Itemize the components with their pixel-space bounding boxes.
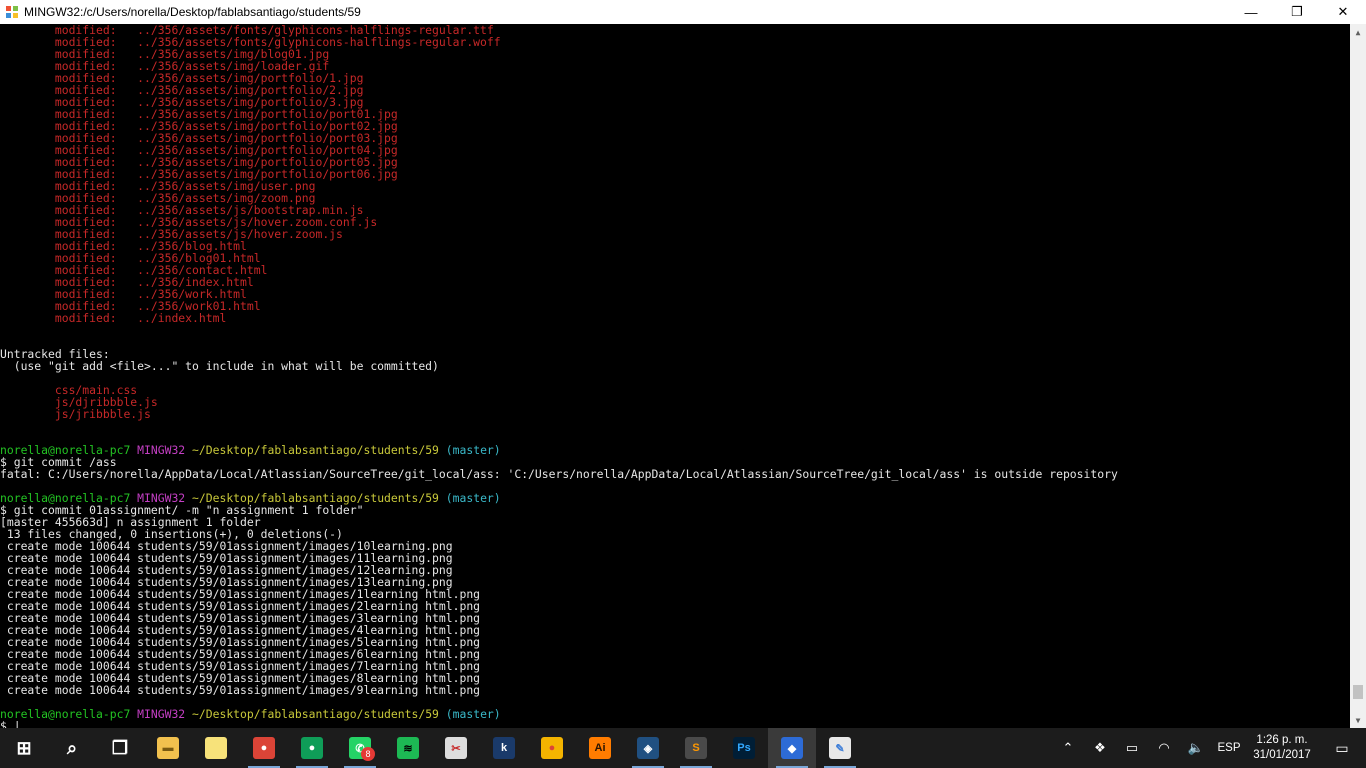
whatsapp-button[interactable]: ✆ 8: [336, 728, 384, 768]
terminal-line: modified: ../index.html: [0, 312, 1350, 324]
battery-icon[interactable]: ▭: [1116, 728, 1148, 768]
task-view-button[interactable]: ❐: [96, 728, 144, 768]
folder-icon: ▬: [157, 737, 179, 759]
notifications-icon: ▭: [1335, 739, 1349, 756]
search-icon: ⌕: [66, 737, 78, 758]
input-language[interactable]: ESP: [1212, 742, 1246, 754]
terminal-text-segment: MINGW32: [137, 707, 193, 721]
clock[interactable]: 1:26 p. m. 31/01/2017: [1246, 733, 1318, 763]
minimize-button[interactable]: —: [1228, 0, 1274, 24]
close-button[interactable]: ✕: [1320, 0, 1366, 24]
task-view-icon: ❐: [111, 737, 129, 758]
scrollbar-thumb[interactable]: [1353, 684, 1363, 699]
terminal-text-segment: $ |: [0, 719, 21, 728]
start-button[interactable]: ⊞: [0, 728, 48, 768]
mingw-app-icon[interactable]: [0, 0, 24, 24]
terminal-line: create mode 100644 students/59/01assignm…: [0, 684, 1350, 696]
clock-date: 31/01/2017: [1253, 749, 1311, 761]
sticky-note-icon: [205, 737, 227, 759]
kindle-button[interactable]: k: [480, 728, 528, 768]
spotify-button[interactable]: ≋: [384, 728, 432, 768]
paint-palette-icon: ✎: [829, 737, 851, 759]
terminal-text-segment: ~/Desktop/fablabsantiago/students/59: [192, 707, 439, 721]
sourcetree-icon: ◈: [637, 737, 659, 759]
terminal-line: css/main.css: [0, 384, 1350, 396]
system-tray: ⌃ ❖ ▭ ◠ 🔈 ESP 1:26 p. m. 31/01/2017 ▭: [1052, 728, 1366, 768]
scissors-icon: ✂: [445, 737, 467, 759]
terminal-line: js/djribbble.js: [0, 396, 1350, 408]
maximize-button[interactable]: ❐: [1274, 0, 1320, 24]
kindle-icon: k: [493, 737, 515, 759]
show-hidden-icons-chevron-icon[interactable]: ⌃: [1052, 728, 1084, 768]
wifi-icon[interactable]: ◠: [1148, 728, 1180, 768]
terminal-text-segment: (master): [438, 491, 501, 505]
terminal-text-segment: MINGW32: [137, 443, 193, 457]
terminal-line: norella@norella-pc7 MINGW32 ~/Desktop/fa…: [0, 708, 1350, 720]
spotify-icon: ≋: [397, 737, 419, 759]
taskbar: ⊞ ⌕ ❐ ▬ ● ● ✆ 8 ≋ ✂ k ● Ai ◈ S Ps ◆ ✎ ⌃ ❖ ▭ ◠ 🔈 ESP 1:26 …: [0, 728, 1366, 768]
illustrator-icon: Ai: [589, 737, 611, 759]
photoshop-icon: Ps: [733, 737, 755, 759]
terminal-text-segment: create mode 100644 students/59/01assignm…: [0, 683, 481, 697]
sublime-text-icon: S: [685, 737, 707, 759]
clock-time: 1:26 p. m.: [1256, 734, 1308, 746]
window-titlebar[interactable]: MINGW32:/c/Users/norella/Desktop/fablabs…: [0, 0, 1366, 24]
vertical-scrollbar[interactable]: ▲ ▼: [1350, 24, 1366, 728]
chrome-user-button[interactable]: ●: [240, 728, 288, 768]
git-bash-button[interactable]: ◆: [768, 728, 816, 768]
terminal-line: $ |: [0, 720, 1350, 728]
sticky-notes-button[interactable]: [192, 728, 240, 768]
terminal-text-segment: js/jribbble.js: [0, 407, 151, 421]
scroll-down-arrow-icon[interactable]: ▼: [1350, 712, 1366, 728]
chrome-icon: ●: [541, 737, 563, 759]
chrome-icon: ●: [253, 737, 275, 759]
terminal-line: fatal: C:/Users/norella/AppData/Local/At…: [0, 468, 1350, 480]
action-center-button[interactable]: ▭: [1318, 728, 1366, 768]
sourcetree-button[interactable]: ◈: [624, 728, 672, 768]
terminal-text-segment: ~/Desktop/fablabsantiago/students/59: [192, 443, 439, 457]
window-title: MINGW32:/c/Users/norella/Desktop/fablabs…: [24, 5, 361, 19]
snipping-tool-button[interactable]: ✂: [432, 728, 480, 768]
chrome-icon: ●: [301, 737, 323, 759]
terminal-line: (use "git add <file>..." to include in w…: [0, 360, 1350, 372]
volume-icon[interactable]: 🔈: [1180, 728, 1212, 768]
illustrator-button[interactable]: Ai: [576, 728, 624, 768]
paint-button[interactable]: ✎: [816, 728, 864, 768]
git-icon: ◆: [781, 737, 803, 759]
scroll-up-arrow-icon[interactable]: ▲: [1350, 24, 1366, 40]
chrome-button[interactable]: ●: [528, 728, 576, 768]
terminal-line: norella@norella-pc7 MINGW32 ~/Desktop/fa…: [0, 444, 1350, 456]
terminal-output[interactable]: modified: ../356/assets/fonts/glyphicons…: [0, 24, 1350, 728]
terminal-text-segment: (use "git add <file>..." to include in w…: [0, 359, 439, 373]
sublime-text-button[interactable]: S: [672, 728, 720, 768]
whatsapp-unread-badge: 8: [361, 747, 375, 761]
taskbar-apps: ⊞ ⌕ ❐ ▬ ● ● ✆ 8 ≋ ✂ k ● Ai ◈ S Ps ◆ ✎: [0, 728, 864, 768]
terminal-text-segment: (master): [438, 443, 501, 457]
search-button[interactable]: ⌕: [48, 728, 96, 768]
chrome-profile-button[interactable]: ●: [288, 728, 336, 768]
dropbox-icon[interactable]: ❖: [1084, 728, 1116, 768]
terminal-text-segment: modified: ../index.html: [0, 311, 227, 325]
file-explorer-button[interactable]: ▬: [144, 728, 192, 768]
terminal-text-segment: fatal: C:/Users/norella/AppData/Local/At…: [0, 467, 1118, 481]
photoshop-button[interactable]: Ps: [720, 728, 768, 768]
terminal-text-segment: (master): [438, 707, 501, 721]
windows-logo-icon: ⊞: [16, 737, 32, 758]
terminal-line: js/jribbble.js: [0, 408, 1350, 420]
